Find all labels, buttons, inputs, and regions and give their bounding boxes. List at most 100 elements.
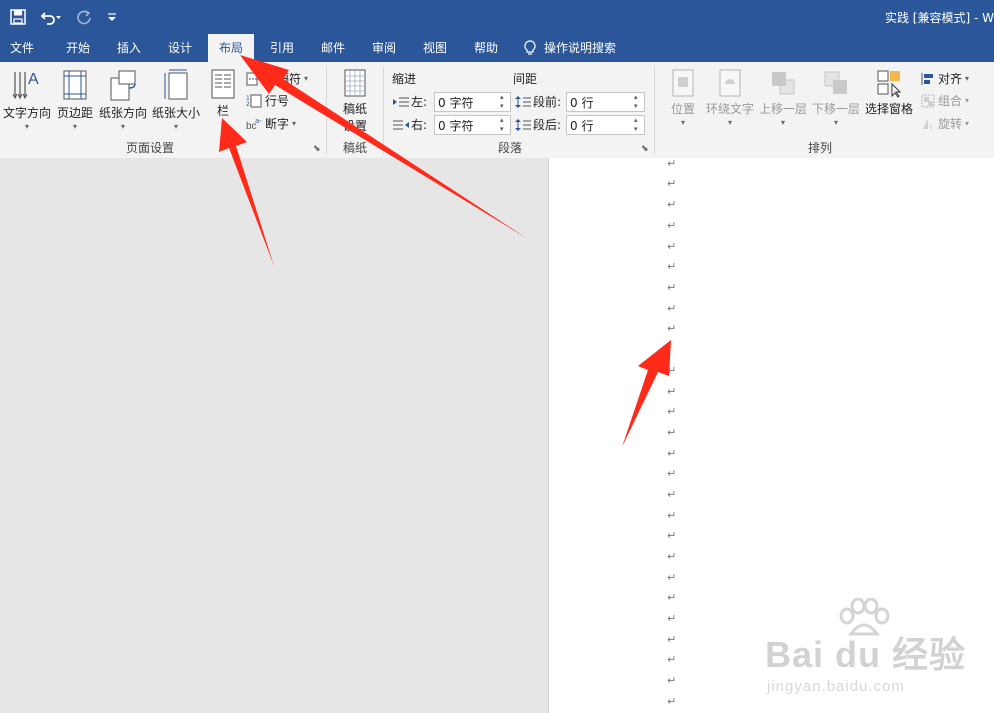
spacing-before-input[interactable]: 0 行 ▴ ▾ [566,92,645,112]
paragraph-mark: ↵ [667,240,677,253]
paragraph-mark: ↵ [667,157,677,170]
tab-view[interactable]: 视图 [412,34,458,62]
spacing-before-label-wrap: 段前: [515,93,561,110]
margins-label: 页边距 [56,106,93,120]
tab-file[interactable]: 文件 [0,34,44,62]
customize-qat-icon[interactable] [106,7,118,27]
rotate-icon [923,118,933,129]
chevron-down-icon: ▾ [780,118,785,127]
rotate-button[interactable]: 旋转 ▾ [921,115,969,132]
tab-home[interactable]: 开始 [55,34,101,62]
tab-review[interactable]: 审阅 [361,34,407,62]
spacing-title: 间距 [513,72,538,86]
indent-left-input[interactable]: 0 字符 ▴ ▾ [434,92,511,112]
spinner-arrows-icon[interactable]: ▴ ▾ [500,116,508,134]
paragraph-mark: ↵ [667,633,677,646]
spacing-after-value: 0 行 [570,119,594,133]
undo-icon[interactable] [40,7,62,27]
dialog-launcher-icon[interactable]: ⬊ [641,144,649,154]
spinner-arrows-icon[interactable]: ▴ ▾ [634,116,642,134]
wrap-text-button[interactable]: 环绕文字 ▾ [704,68,756,127]
line-numbers-icon: 12 [246,94,262,108]
text-direction-button[interactable]: A 文字方向 ▾ [2,68,52,131]
selection-pane-label: 选择窗格 [864,102,913,116]
bring-forward-button[interactable]: 上移一层 ▾ [757,68,809,127]
orientation-icon [110,70,136,101]
indent-left-value: 0 字符 [438,96,474,110]
group-separator [654,66,655,154]
paragraph-mark: ↵ [667,550,677,563]
line-numbers-label: 行号 [265,94,290,108]
paragraph-mark: ↵ [667,509,677,522]
orientation-button[interactable]: 纸张方向 ▾ [97,68,149,131]
wrap-text-icon [719,69,741,97]
save-icon[interactable] [10,7,26,27]
baidu-watermark: Bai du 经验 jingyan.baidu.com [765,598,994,708]
bring-forward-label: 上移一层 [758,102,807,116]
chevron-down-icon: ▾ [965,74,970,83]
size-label: 纸张大小 [151,106,200,120]
spacing-after-input[interactable]: 0 行 ▴ ▾ [566,115,645,135]
columns-icon [211,69,235,99]
send-backward-label: 下移一层 [811,102,860,116]
tab-help[interactable]: 帮助 [463,34,509,62]
tab-insert[interactable]: 插入 [106,34,152,62]
hyphenation-icon: bca- [246,117,262,131]
manuscript-settings-button[interactable]: 稿纸 设置 [332,68,378,134]
tab-layout[interactable]: 布局 [208,34,254,62]
window-title: 实践 [兼容模式] - W [884,11,994,25]
ribbon-tabs: 文件 开始 插入 设计 布局 引用 邮件 审阅 视图 帮助 操作说明搜索 [0,34,994,62]
chevron-down-icon: ▾ [173,122,178,131]
indent-right-label: 右: [411,118,428,132]
indent-right-input[interactable]: 0 字符 ▴ ▾ [434,115,511,135]
columns-button[interactable]: 栏 ▾ [206,68,240,129]
tab-mailings[interactable]: 邮件 [310,34,356,62]
size-button[interactable]: 纸张大小 ▾ [150,68,202,131]
spinner-arrows-icon[interactable]: ▴ ▾ [634,93,642,111]
wrap-text-label: 环绕文字 [705,102,754,116]
breaks-button[interactable]: 分隔符 ▾ [246,70,308,87]
dialog-launcher-icon[interactable]: ⬊ [313,144,321,154]
hyphenation-button[interactable]: bc a- 断字 ▾ [246,115,296,132]
selection-pane-icon [877,70,902,98]
document-page[interactable]: ↵ ↵ ↵ ↵ ↵ ↵ ↵ ↵ ↵ ↵ ↵ ↵ ↵ ↵ ↵ ↵ ↵ ↵ ↵ ↵ … [548,158,994,713]
spacing-before-value: 0 行 [570,96,594,110]
chevron-down-icon: ▾ [965,96,970,105]
paragraph-mark: ↵ [667,405,677,418]
chevron-down-icon: ▾ [965,119,970,128]
group-label-manuscript: 稿纸 [342,141,367,155]
line-numbers-button[interactable]: 12 行号 [246,92,289,109]
position-icon [672,69,694,97]
group-button[interactable]: 组合 ▾ [921,92,969,109]
margins-button[interactable]: 页边距 ▾ [55,68,95,131]
paragraph-mark: ↵ [667,695,677,708]
manuscript-settings-label-1: 稿纸 [342,102,367,116]
group-separator [326,66,327,154]
paragraph-mark: ↵ [667,612,677,625]
send-backward-button[interactable]: 下移一层 ▾ [810,68,862,127]
paper-size-icon [164,69,188,100]
align-button[interactable]: 对齐 ▾ [921,70,969,87]
paragraph-mark: ↵ [667,467,677,480]
paragraph-mark: ↵ [667,322,677,335]
spinner-arrows-icon[interactable]: ▴ ▾ [500,93,508,111]
rotate-label: 旋转 [938,117,963,131]
indent-left-icon [393,97,409,106]
redo-icon[interactable] [76,7,92,27]
position-button[interactable]: 位置 ▾ [662,68,704,127]
tab-references[interactable]: 引用 [259,34,305,62]
text-direction-label: 文字方向 [2,106,51,120]
title-bar: 实践 [兼容模式] - W [0,0,994,34]
group-label-arrange: 排列 [807,141,832,155]
breaks-label: 分隔符 [265,72,302,86]
ribbon: A 文字方向 ▾ 页边距 ▾ 纸张方向 ▾ 纸张大小 ▾ 栏 ▾ 分隔符 ▾ 1… [0,62,994,159]
tab-design[interactable]: 设计 [157,34,203,62]
spacing-after-icon [515,118,531,131]
position-label: 位置 [670,102,695,116]
chevron-down-icon: ▾ [72,122,77,131]
hyphenation-label: 断字 [265,117,290,131]
selection-pane-button[interactable]: 选择窗格 [863,68,915,117]
watermark-main-text: Bai du 经验 [765,634,967,675]
tell-me-search[interactable]: 操作说明搜索 [524,34,634,62]
indent-right-icon [393,120,409,129]
